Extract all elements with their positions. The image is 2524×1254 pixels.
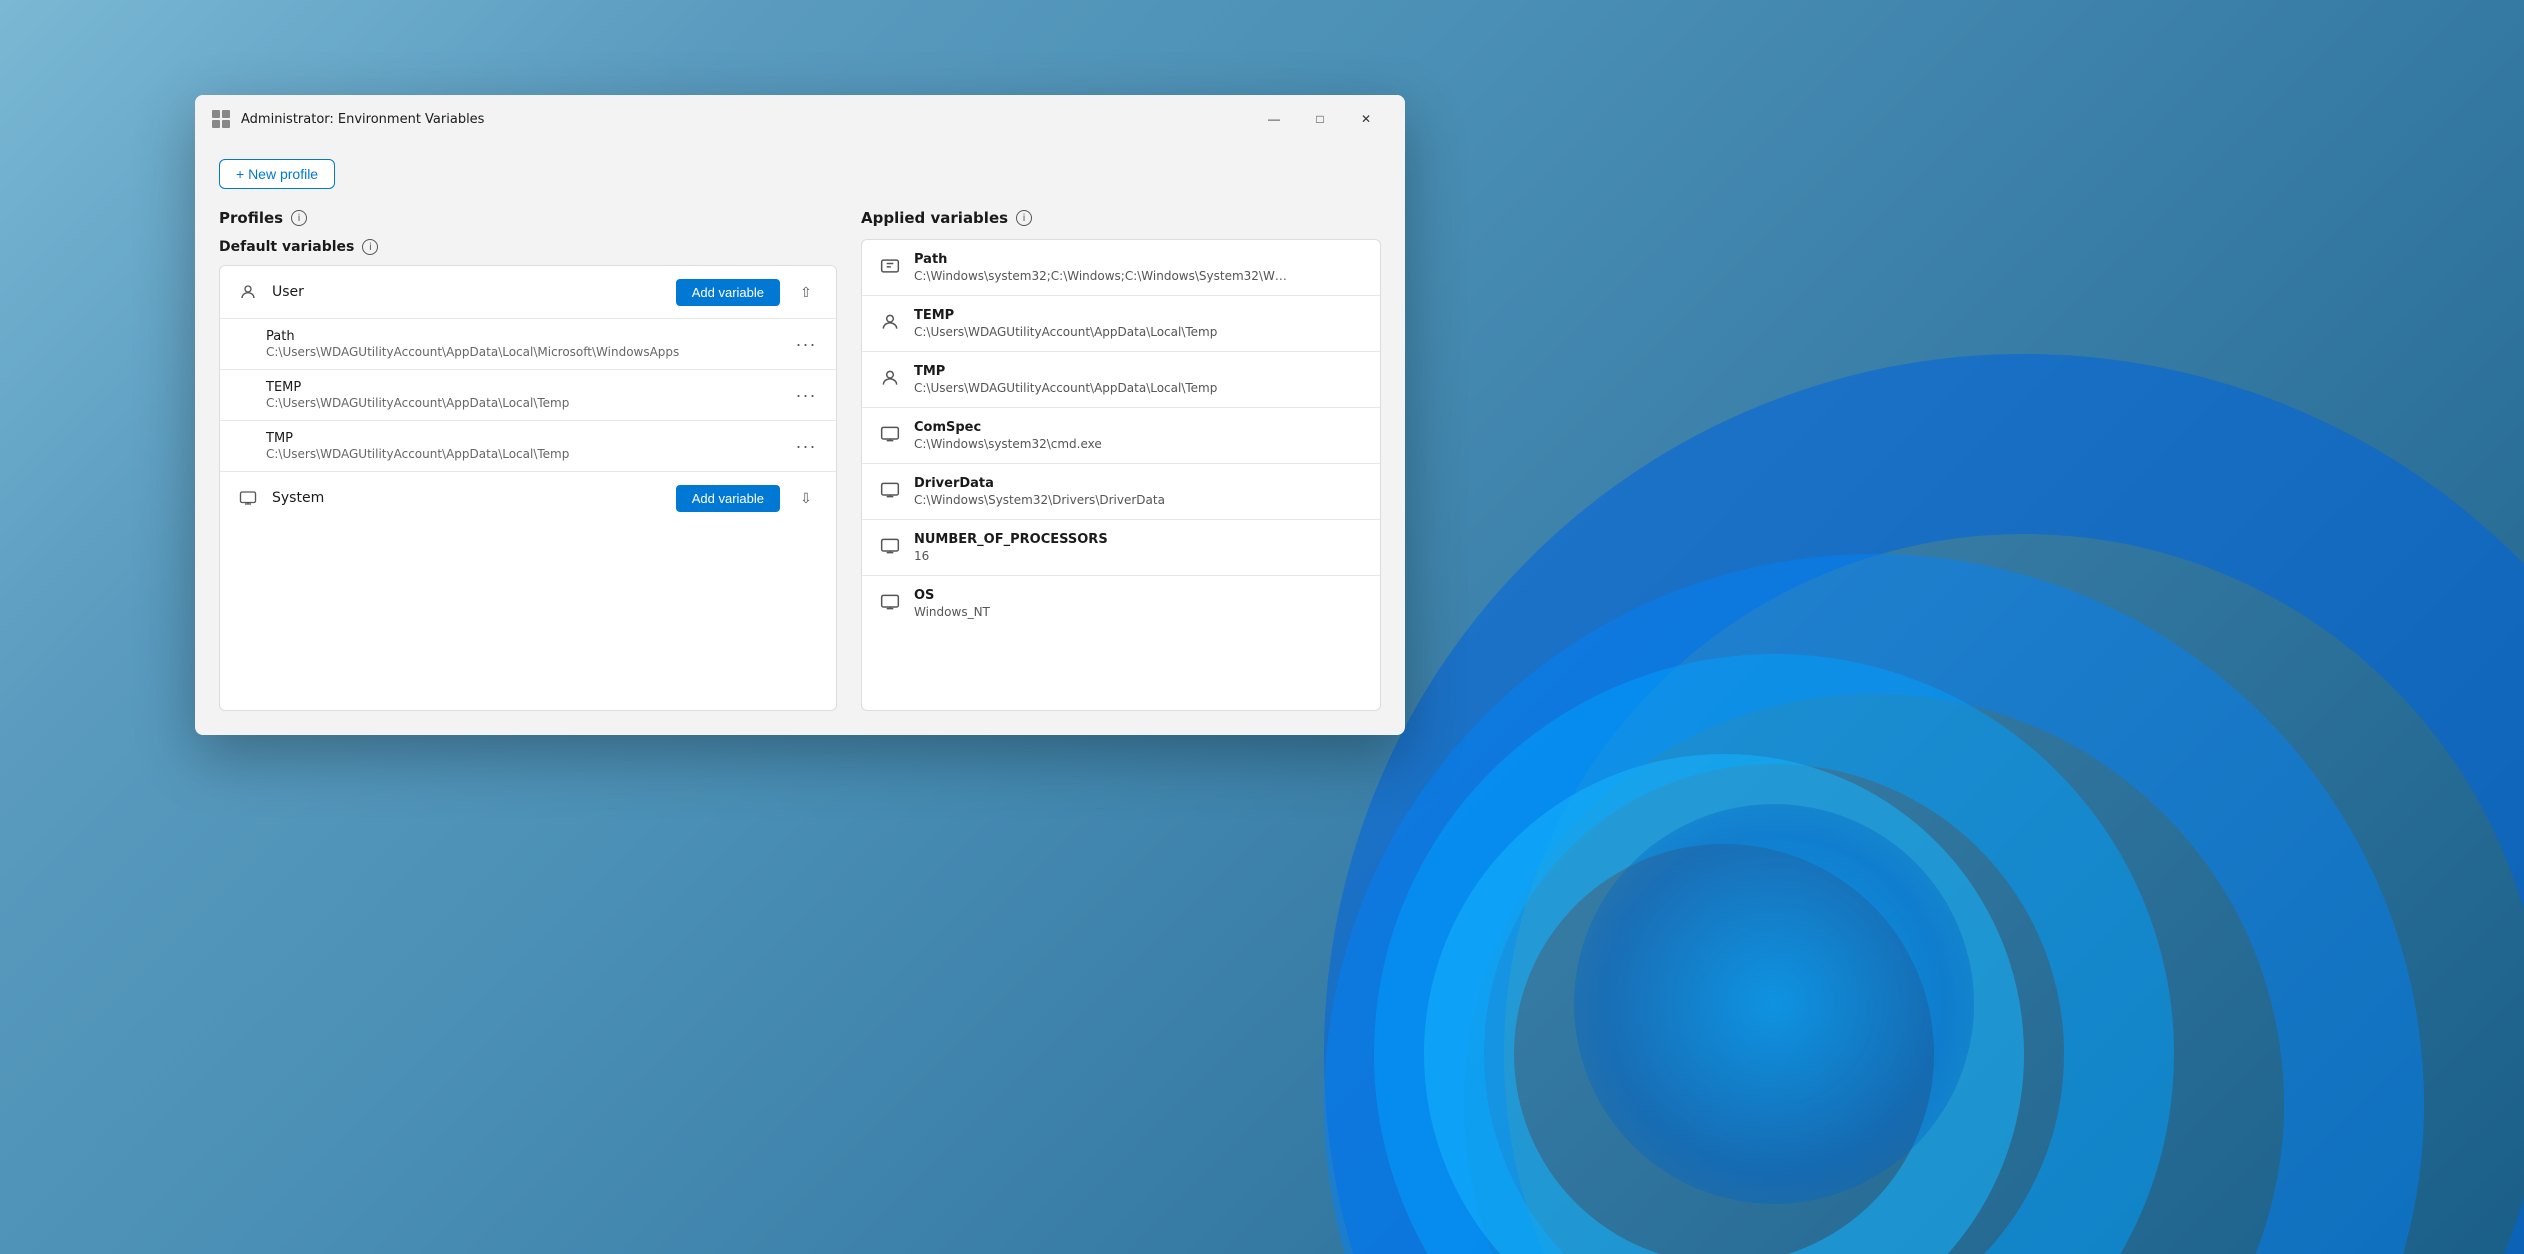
list-item: Path C:\Windows\system32;C:\Windows;C:\W…: [862, 240, 1380, 296]
system-add-variable-button[interactable]: Add variable: [676, 485, 780, 512]
window-controls: — □ ✕: [1251, 103, 1389, 135]
user-collapse-button[interactable]: ⇧: [792, 278, 820, 306]
system-collapse-button[interactable]: ⇩: [792, 484, 820, 512]
variable-value: C:\Users\WDAGUtilityAccount\AppData\Loca…: [266, 447, 686, 461]
system-group-header: System Add variable ⇩: [220, 472, 836, 524]
nop-system-icon: [878, 534, 902, 558]
applied-var-name: TMP: [914, 364, 1364, 379]
applied-var-value: 16: [914, 549, 1294, 563]
applied-var-value: C:\Windows\system32;C:\Windows;C:\Window…: [914, 269, 1294, 283]
applied-var-info: Path C:\Windows\system32;C:\Windows;C:\W…: [914, 252, 1364, 283]
right-panel: Applied variables i Pa: [861, 209, 1381, 711]
user-icon: [236, 280, 260, 304]
applied-var-name: DriverData: [914, 476, 1364, 491]
window-content: + New profile Profiles i Default variabl…: [195, 143, 1405, 735]
new-profile-button[interactable]: + New profile: [219, 159, 335, 189]
list-item: TMP C:\Users\WDAGUtilityAccount\AppData\…: [862, 352, 1380, 408]
system-group-label: System: [272, 490, 664, 506]
main-panels: Profiles i Default variables i: [219, 209, 1381, 711]
path-icon: [878, 254, 902, 278]
variable-more-button[interactable]: ···: [792, 330, 820, 358]
default-variables-header: Default variables i: [219, 239, 837, 255]
profiles-info-icon[interactable]: i: [291, 210, 307, 226]
new-profile-area: + New profile: [219, 143, 1381, 209]
left-panel: Profiles i Default variables i: [219, 209, 837, 711]
variable-info: TMP C:\Users\WDAGUtilityAccount\AppData\…: [266, 431, 784, 461]
applied-var-value: C:\Windows\system32\cmd.exe: [914, 437, 1294, 451]
variable-value: C:\Users\WDAGUtilityAccount\AppData\Loca…: [266, 396, 686, 410]
maximize-button[interactable]: □: [1297, 103, 1343, 135]
applied-var-value: Windows_NT: [914, 605, 1294, 619]
swoosh-inner: [1574, 804, 1974, 1204]
applied-var-info: DriverData C:\Windows\System32\Drivers\D…: [914, 476, 1364, 507]
applied-variables-title: Applied variables: [861, 209, 1008, 227]
applied-variables-list: Path C:\Windows\system32;C:\Windows;C:\W…: [861, 239, 1381, 711]
temp-user-icon: [878, 310, 902, 334]
user-group-header: User Add variable ⇧: [220, 266, 836, 319]
window-icon: [211, 109, 231, 129]
table-row: TEMP C:\Users\WDAGUtilityAccount\AppData…: [220, 370, 836, 421]
applied-var-info: NUMBER_OF_PROCESSORS 16: [914, 532, 1364, 563]
applied-var-name: ComSpec: [914, 420, 1364, 435]
tmp-user-icon: [878, 366, 902, 390]
list-item: DriverData C:\Windows\System32\Drivers\D…: [862, 464, 1380, 520]
user-add-variable-button[interactable]: Add variable: [676, 279, 780, 306]
list-item: NUMBER_OF_PROCESSORS 16: [862, 520, 1380, 576]
close-button[interactable]: ✕: [1343, 103, 1389, 135]
applied-variables-header: Applied variables i: [861, 209, 1381, 227]
driverdata-system-icon: [878, 478, 902, 502]
variable-more-button[interactable]: ···: [792, 432, 820, 460]
profiles-title: Profiles: [219, 209, 283, 227]
applied-var-value: C:\Windows\System32\Drivers\DriverData: [914, 493, 1294, 507]
applied-var-name: Path: [914, 252, 1364, 267]
variable-more-button[interactable]: ···: [792, 381, 820, 409]
applied-var-value: C:\Users\WDAGUtilityAccount\AppData\Loca…: [914, 381, 1294, 395]
system-icon: [236, 486, 260, 510]
variables-container: User Add variable ⇧ Path C:\Users\WDAGUt…: [219, 265, 837, 711]
default-variables-info-icon[interactable]: i: [362, 239, 378, 255]
applied-var-name: NUMBER_OF_PROCESSORS: [914, 532, 1364, 547]
list-item: ComSpec C:\Windows\system32\cmd.exe: [862, 408, 1380, 464]
variable-name: TEMP: [266, 380, 784, 395]
applied-var-value: C:\Users\WDAGUtilityAccount\AppData\Loca…: [914, 325, 1294, 339]
title-bar: Administrator: Environment Variables — □…: [195, 95, 1405, 143]
table-row: Path C:\Users\WDAGUtilityAccount\AppData…: [220, 319, 836, 370]
os-system-icon: [878, 590, 902, 614]
list-item: TEMP C:\Users\WDAGUtilityAccount\AppData…: [862, 296, 1380, 352]
applied-var-name: TEMP: [914, 308, 1364, 323]
variable-info: TEMP C:\Users\WDAGUtilityAccount\AppData…: [266, 380, 784, 410]
main-window: Administrator: Environment Variables — □…: [195, 95, 1405, 735]
applied-var-info: TMP C:\Users\WDAGUtilityAccount\AppData\…: [914, 364, 1364, 395]
variable-name: Path: [266, 329, 784, 344]
applied-var-name: OS: [914, 588, 1364, 603]
table-row: TMP C:\Users\WDAGUtilityAccount\AppData\…: [220, 421, 836, 472]
variable-value: C:\Users\WDAGUtilityAccount\AppData\Loca…: [266, 345, 686, 359]
comspec-system-icon: [878, 422, 902, 446]
applied-var-info: ComSpec C:\Windows\system32\cmd.exe: [914, 420, 1364, 451]
applied-variables-info-icon[interactable]: i: [1016, 210, 1032, 226]
window-title: Administrator: Environment Variables: [241, 112, 1251, 127]
user-group-label: User: [272, 284, 664, 300]
minimize-button[interactable]: —: [1251, 103, 1297, 135]
variable-name: TMP: [266, 431, 784, 446]
applied-var-info: OS Windows_NT: [914, 588, 1364, 619]
profiles-section-header: Profiles i: [219, 209, 837, 227]
default-variables-title: Default variables: [219, 239, 354, 255]
applied-var-info: TEMP C:\Users\WDAGUtilityAccount\AppData…: [914, 308, 1364, 339]
list-item: OS Windows_NT: [862, 576, 1380, 631]
variable-info: Path C:\Users\WDAGUtilityAccount\AppData…: [266, 329, 784, 359]
